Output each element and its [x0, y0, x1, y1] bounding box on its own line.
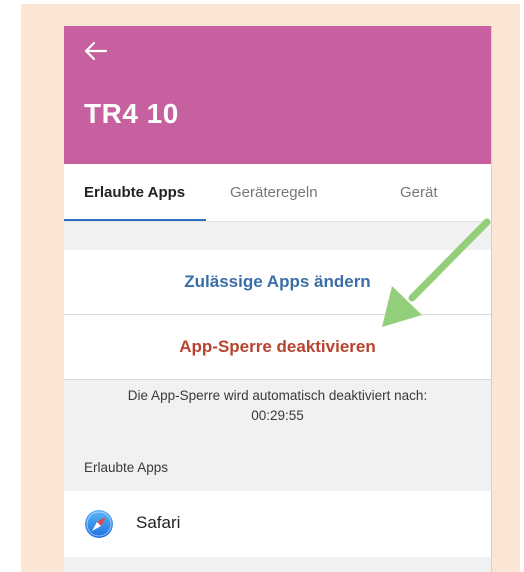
app-screen: TR4 10 Erlaubte Apps Geräteregeln Gerät …: [64, 26, 492, 572]
tab-bar: Erlaubte Apps Geräteregeln Gerät: [64, 164, 491, 222]
auto-disable-notice: Die App-Sperre wird automatisch deaktivi…: [64, 386, 491, 426]
allowed-apps-section-label: Erlaubte Apps: [84, 460, 169, 475]
countdown-timer: 00:29:55: [251, 408, 304, 423]
tab-erlaubte-apps[interactable]: Erlaubte Apps: [84, 184, 185, 201]
tab-divider: [64, 221, 491, 222]
disable-app-lock-button[interactable]: App-Sperre deaktivieren: [64, 315, 491, 379]
back-arrow-icon[interactable]: [82, 37, 110, 65]
safari-compass-icon: [84, 509, 114, 539]
divider: [64, 379, 491, 380]
device-title: TR4 10: [84, 98, 179, 129]
tab-geraet[interactable]: Gerät: [400, 184, 438, 201]
app-list-item[interactable]: Safari: [64, 491, 491, 557]
tab-geraeteregeln[interactable]: Geräteregeln: [230, 184, 318, 201]
auto-disable-text: Die App-Sperre wird automatisch deaktivi…: [127, 388, 428, 403]
app-bar: TR4 10: [64, 26, 491, 164]
change-allowed-apps-button[interactable]: Zulässige Apps ändern: [64, 250, 491, 314]
app-name: Safari: [136, 513, 181, 532]
